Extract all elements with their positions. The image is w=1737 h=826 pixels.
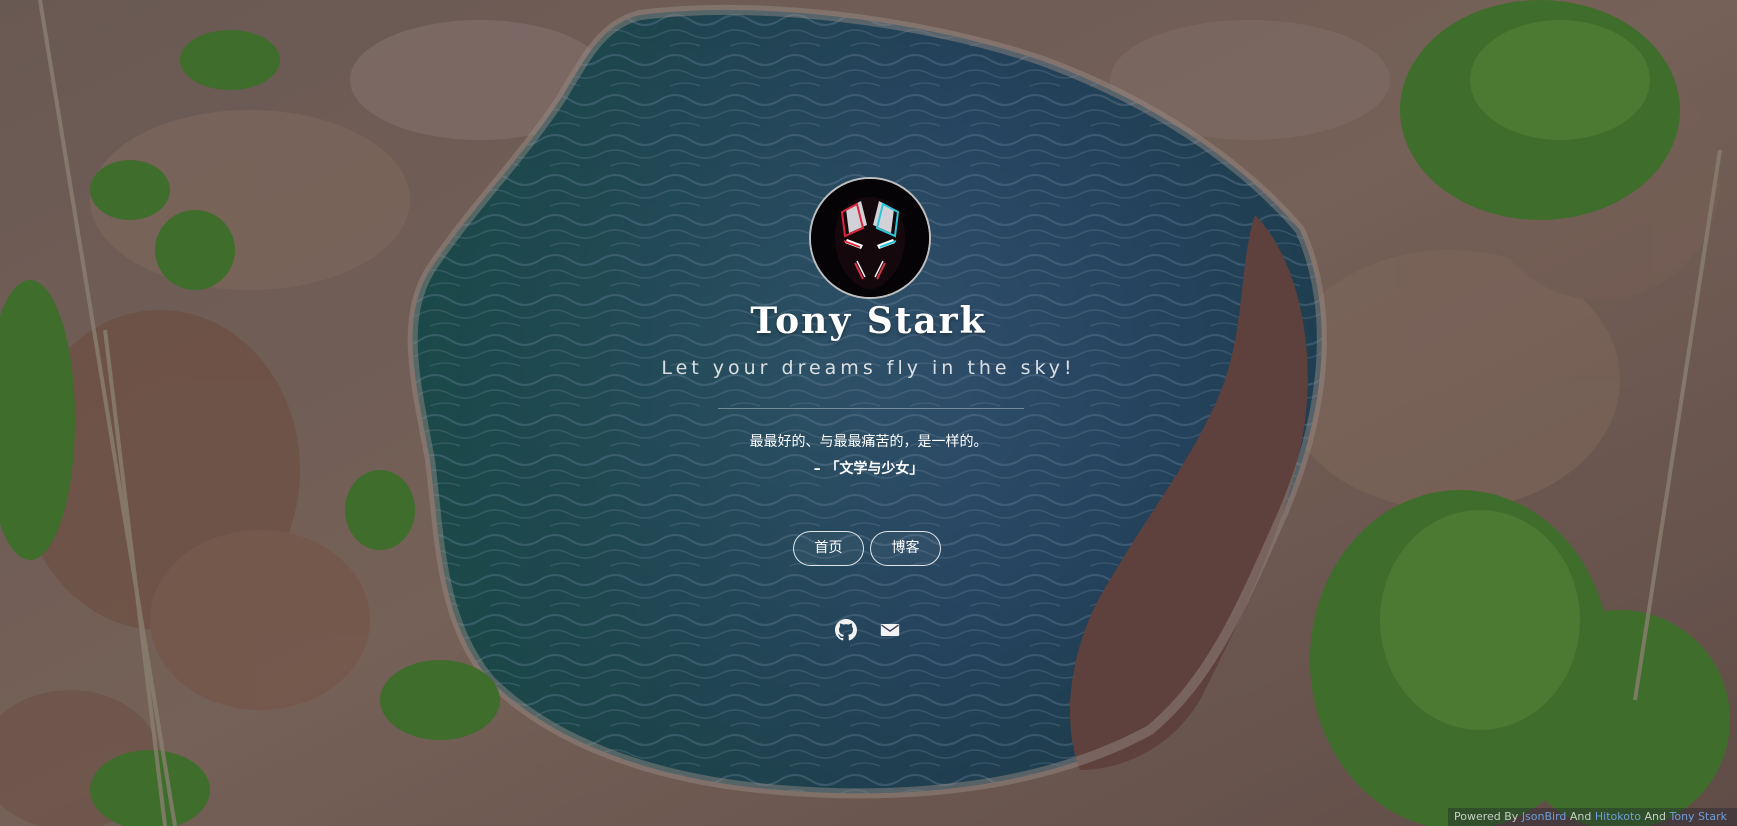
divider (718, 408, 1024, 409)
footer: Powered By JsonBird And Hitokoto And Ton… (1447, 808, 1737, 826)
social-links (835, 619, 901, 641)
nav-buttons: 首页 博客 (793, 531, 941, 567)
avatar (809, 177, 931, 299)
blog-button[interactable]: 博客 (870, 531, 941, 566)
profile-tagline: Let your dreams fly in the sky! (661, 357, 1076, 379)
footer-powered-by: Powered By (1453, 810, 1519, 823)
footer-and-2: And (1644, 810, 1666, 823)
landing-page: Tony Stark Let your dreams fly in the sk… (0, 0, 1737, 826)
home-button[interactable]: 首页 (793, 531, 864, 566)
profile-name: Tony Stark (750, 300, 987, 342)
github-icon[interactable] (835, 619, 857, 641)
mail-icon[interactable] (879, 619, 901, 641)
footer-link-jsonbird[interactable]: JsonBird (1522, 810, 1567, 823)
main-content: Tony Stark Let your dreams fly in the sk… (0, 0, 1737, 826)
footer-and-1: And (1569, 810, 1592, 823)
quote-source: – 「文学与少女」 (813, 461, 924, 477)
iron-man-mask-icon (811, 179, 929, 297)
quote-text: 最最好的、与最最痛苦的，是一样的。 (749, 434, 988, 450)
footer-link-hitokoto[interactable]: Hitokoto (1595, 810, 1641, 823)
footer-link-tony-stark[interactable]: Tony Stark (1670, 810, 1728, 823)
